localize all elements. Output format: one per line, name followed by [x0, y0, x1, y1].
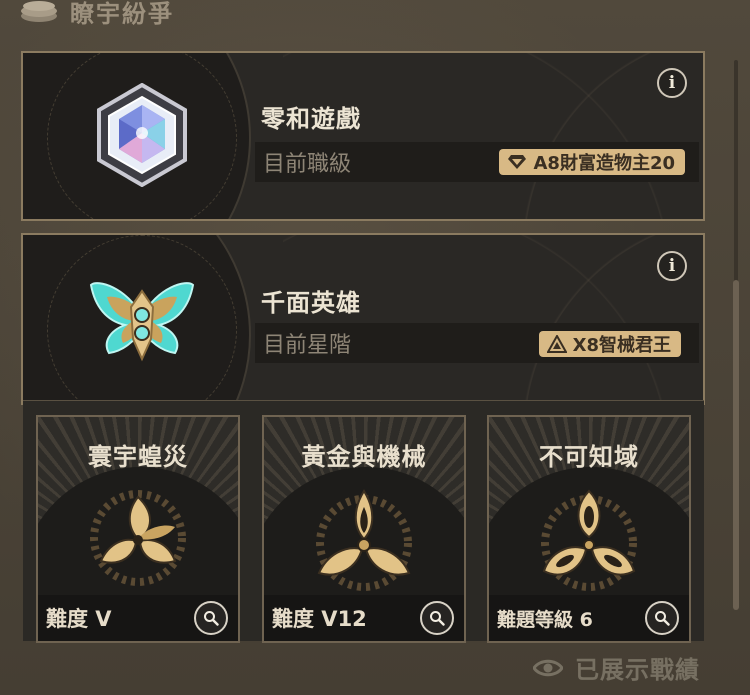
card-decor-lines [283, 235, 703, 403]
mode-tile-gold-gears[interactable]: 黃金與機械 難度 Ⅴ12 [262, 415, 466, 643]
rank-label: 目前星階 [263, 333, 352, 358]
mode-card-thousand-faces: 千面英雄 目前星階 Ⅹ8智械君王 i [21, 233, 705, 405]
section-header: 瞭宇紛爭 [18, 0, 174, 34]
coin-stack-icon [21, 1, 57, 22]
show-record-label: 已展示戰績 [575, 656, 700, 684]
card-decor-lines [283, 53, 703, 219]
rank-badge: A8財富造物主20 [499, 149, 685, 175]
tile-title: 寰宇蝗災 [88, 443, 188, 471]
difficulty-text: 難度 Ⅴ [46, 607, 112, 631]
crystal-hexagon-icon [97, 83, 187, 187]
tile-title: 黃金與機械 [301, 443, 427, 471]
triangle-rank-icon [546, 335, 567, 353]
unknowable-emblem-icon [541, 489, 637, 591]
tile-title: 不可知域 [539, 443, 639, 471]
card-name: 零和遊戲 [261, 105, 361, 133]
difficulty-text: 難題等級 6 [497, 608, 593, 631]
gold-gear-emblem-icon [316, 489, 412, 591]
rank-row: 目前星階 Ⅹ8智械君王 [255, 323, 699, 363]
diamond-rank-icon [508, 155, 527, 169]
modes-panel: 寰宇蝗災 難度 Ⅴ 黃金與機械 難度 Ⅴ12 不可知域 難題等級 6 [23, 400, 704, 643]
eye-icon [533, 659, 563, 676]
difficulty-text: 難度 Ⅴ12 [272, 607, 367, 631]
mode-tile-swarm[interactable]: 寰宇蝗災 難度 Ⅴ [36, 415, 240, 643]
scrollbar-thumb[interactable] [733, 280, 739, 610]
rank-badge: Ⅹ8智械君王 [538, 331, 681, 357]
rank-row: 目前職級 A8財富造物主20 [255, 142, 699, 182]
rank-badge-text: Ⅹ8智械君王 [572, 335, 671, 356]
info-button[interactable]: i [657, 251, 687, 281]
search-button[interactable] [194, 601, 228, 635]
search-button[interactable] [420, 601, 454, 635]
search-icon [204, 611, 219, 626]
butterfly-emblem-icon [89, 282, 195, 362]
mode-card-zero-sum: 零和遊戲 目前職級 A8財富造物主20 i [21, 51, 705, 221]
swarm-emblem-icon [90, 490, 186, 586]
card-name: 千面英雄 [261, 289, 361, 317]
search-icon [430, 611, 445, 626]
show-record-toggle[interactable]: 已展示戰績 [533, 650, 700, 685]
search-icon [655, 611, 670, 626]
search-button[interactable] [645, 601, 679, 635]
mode-tile-unknowable[interactable]: 不可知域 難題等級 6 [487, 415, 691, 643]
rank-label: 目前職級 [263, 152, 352, 177]
section-title: 瞭宇紛爭 [70, 0, 174, 28]
rank-badge-text: A8財富造物主20 [533, 153, 675, 174]
info-button[interactable]: i [657, 68, 687, 98]
